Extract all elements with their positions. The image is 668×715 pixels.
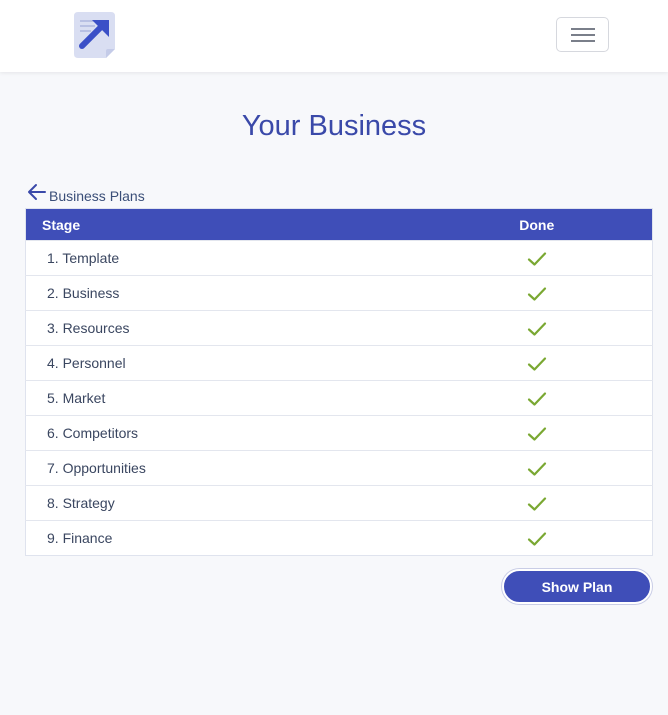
checkmark-icon [527, 287, 546, 301]
stage-name[interactable]: 4. Personnel [26, 346, 506, 381]
stage-done-cell [506, 381, 653, 416]
checkmark-icon [527, 462, 546, 476]
column-header-done: Done [519, 216, 555, 233]
table-row[interactable]: 8. Strategy [25, 485, 653, 521]
table-row[interactable]: 1. Template [25, 240, 653, 276]
stage-name[interactable]: 2. Business [26, 276, 506, 311]
checkmark-icon [527, 357, 546, 371]
table-row[interactable]: 2. Business [25, 275, 653, 311]
stage-done-cell [506, 276, 653, 311]
stage-name[interactable]: 9. Finance [26, 521, 506, 556]
checkmark-icon [527, 427, 546, 441]
stage-name[interactable]: 6. Competitors [26, 416, 506, 451]
arrow-document-logo-icon[interactable] [73, 9, 117, 59]
checkmark-icon [527, 532, 546, 546]
show-plan-button[interactable]: Show Plan [502, 569, 652, 604]
hamburger-menu-icon [571, 28, 595, 30]
stage-name[interactable]: 7. Opportunities [26, 451, 506, 486]
hamburger-menu-button[interactable] [556, 17, 609, 52]
table-row[interactable]: 5. Market [25, 380, 653, 416]
stages-table: Stage Done 1. Template 2. Business 3. Reso… [25, 208, 653, 556]
stage-name[interactable]: 3. Resources [26, 311, 506, 346]
stage-done-cell [506, 521, 653, 556]
page-title: Your Business [241, 110, 427, 142]
table-header-row: Stage Done [25, 208, 653, 241]
stage-done-cell [506, 311, 653, 346]
back-to-business-plans-link[interactable]: Business Plans [27, 180, 145, 204]
stage-done-cell [506, 416, 653, 451]
arrow-left-icon [28, 184, 46, 200]
hamburger-menu-icon-bar [571, 40, 595, 42]
checkmark-icon [527, 322, 546, 336]
back-link-label: Business Plans [49, 188, 145, 204]
table-row[interactable]: 7. Opportunities [25, 450, 653, 486]
stage-name[interactable]: 5. Market [26, 381, 506, 416]
stage-name[interactable]: 1. Template [26, 241, 506, 276]
table-row[interactable]: 9. Finance [25, 520, 653, 556]
stage-name[interactable]: 8. Strategy [26, 486, 506, 521]
checkmark-icon [527, 252, 546, 266]
table-row[interactable]: 6. Competitors [25, 415, 653, 451]
top-navbar [0, 0, 668, 72]
stage-done-cell [506, 346, 653, 381]
table-row[interactable]: 3. Resources [25, 310, 653, 346]
column-header-stage: Stage [42, 216, 81, 233]
checkmark-icon [527, 497, 546, 511]
hamburger-menu-icon-bar [571, 34, 595, 36]
checkmark-icon [527, 392, 546, 406]
table-row[interactable]: 4. Personnel [25, 345, 653, 381]
stage-done-cell [506, 451, 653, 486]
stage-done-cell [506, 486, 653, 521]
stage-done-cell [506, 241, 653, 276]
